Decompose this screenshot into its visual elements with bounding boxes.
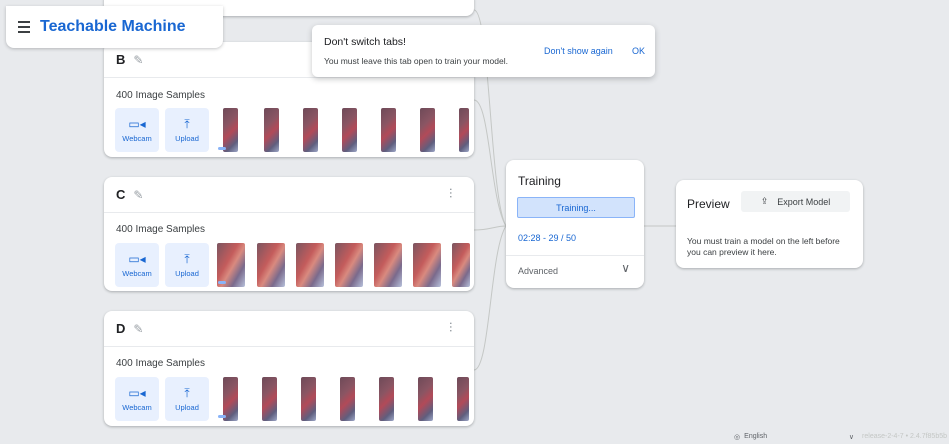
sample-thumbnail[interactable] [452, 243, 470, 287]
footer: ◎ English ∨ release-2-4-7 • 2.4.7f85b5b [734, 429, 949, 444]
language-select[interactable]: ◎ English ∨ [734, 433, 854, 441]
sample-thumbnail[interactable] [342, 108, 357, 152]
class-card-c: C ✎ ··· 400 Image Samples ▭◂ Webcam ⤒ Up… [104, 177, 474, 291]
webcam-button[interactable]: ▭◂ Webcam [115, 377, 159, 421]
sample-thumbnail[interactable] [379, 377, 394, 421]
training-progress-text: 02:28 - 29 / 50 [518, 233, 577, 243]
training-title: Training [518, 174, 561, 188]
preview-card: Preview ⇪ Export Model You must train a … [676, 180, 863, 268]
training-card: Training Training... 02:28 - 29 / 50 Adv… [506, 160, 644, 288]
sample-thumbnail[interactable] [262, 377, 277, 421]
sample-count: 400 Image Samples [116, 90, 205, 101]
sample-thumbnail[interactable] [335, 243, 363, 287]
sample-thumbnail[interactable] [264, 108, 279, 152]
toast-title: Don't switch tabs! [324, 36, 406, 48]
app-title[interactable]: Teachable Machine [40, 18, 186, 36]
sample-thumbnail[interactable] [374, 243, 402, 287]
hamburger-icon[interactable] [18, 21, 30, 33]
chevron-down-icon[interactable]: ∨ [621, 261, 630, 275]
class-name[interactable]: B [116, 52, 125, 67]
scrollbar[interactable] [218, 281, 226, 284]
dont-show-again-button[interactable]: Don't show again [544, 46, 613, 56]
upload-button[interactable]: ⤒ Upload [165, 108, 209, 152]
sample-thumbnail[interactable] [418, 377, 433, 421]
release-version: release-2-4-7 • 2.4.7f85b5b [862, 433, 947, 440]
class-header: D ✎ ··· [104, 311, 474, 347]
sample-count: 400 Image Samples [116, 224, 205, 235]
webcam-icon: ▭◂ [128, 386, 146, 400]
upload-button[interactable]: ⤒ Upload [165, 377, 209, 421]
chevron-down-icon: ∨ [848, 433, 855, 441]
preview-note: You must train a model on the left befor… [687, 236, 840, 257]
training-progress-button[interactable]: Training... [517, 197, 635, 218]
ok-button[interactable]: OK [632, 46, 645, 56]
sample-thumbnail[interactable] [257, 243, 285, 287]
scrollbar[interactable] [218, 415, 226, 418]
class-name[interactable]: C [116, 187, 125, 202]
sample-count: 400 Image Samples [116, 358, 205, 369]
more-options-icon[interactable]: ··· [444, 321, 460, 332]
class-header: C ✎ ··· [104, 177, 474, 213]
pencil-icon[interactable]: ✎ [133, 322, 143, 336]
sample-thumbnail[interactable] [420, 108, 435, 152]
pencil-icon[interactable]: ✎ [133, 53, 143, 67]
preview-title: Preview [687, 197, 730, 211]
webcam-icon: ▭◂ [128, 117, 146, 131]
sample-thumbnail[interactable] [340, 377, 355, 421]
upload-button[interactable]: ⤒ Upload [165, 243, 209, 287]
sample-thumbnail[interactable] [296, 243, 324, 287]
sample-thumbnail[interactable] [381, 108, 396, 152]
scrollbar[interactable] [218, 147, 226, 150]
class-name[interactable]: D [116, 321, 125, 336]
sample-thumbnail[interactable] [303, 108, 318, 152]
globe-icon: ◎ [734, 433, 741, 441]
webcam-icon: ▭◂ [128, 252, 146, 266]
sample-thumbnail[interactable] [301, 377, 316, 421]
export-model-button[interactable]: ⇪ Export Model [741, 191, 850, 212]
divider [506, 255, 644, 256]
pencil-icon[interactable]: ✎ [133, 188, 143, 202]
toast-message: You must leave this tab open to train yo… [324, 56, 508, 66]
upload-icon: ⤒ [184, 117, 190, 131]
sample-thumbnail[interactable] [223, 108, 238, 152]
sample-thumbnail[interactable] [457, 377, 469, 421]
more-options-icon[interactable]: ··· [444, 187, 460, 198]
sample-thumbnail[interactable] [413, 243, 441, 287]
webcam-button[interactable]: ▭◂ Webcam [115, 108, 159, 152]
class-card-d: D ✎ ··· 400 Image Samples ▭◂ Webcam ⤒ Up… [104, 311, 474, 426]
dont-switch-tabs-toast: Don't switch tabs! You must leave this t… [312, 25, 655, 77]
app-bar: Teachable Machine [6, 6, 223, 48]
upload-icon: ⤒ [184, 252, 190, 266]
sample-thumbnail[interactable] [459, 108, 469, 152]
upload-icon: ⤒ [184, 386, 190, 400]
export-icon: ⇪ [760, 196, 769, 206]
webcam-button[interactable]: ▭◂ Webcam [115, 243, 159, 287]
advanced-toggle[interactable]: Advanced [518, 266, 558, 276]
